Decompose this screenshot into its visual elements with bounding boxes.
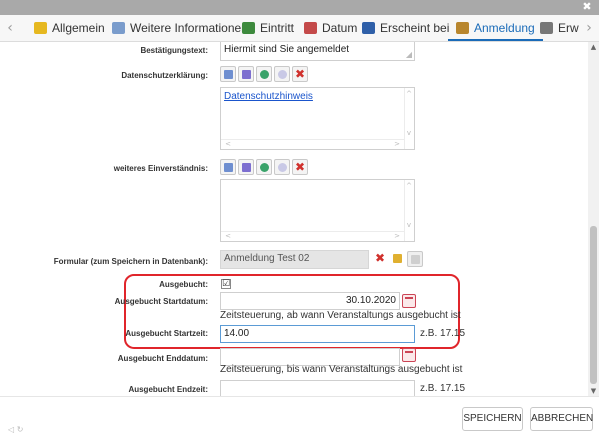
close-icon[interactable]: ✖ — [581, 1, 593, 13]
delete-icon[interactable]: ✖ — [292, 159, 308, 175]
scrollbar-thumb[interactable] — [590, 226, 597, 384]
scroll-down-icon[interactable]: ▼ — [588, 386, 599, 396]
insert-link-icon[interactable] — [220, 66, 236, 82]
dialog-footer: SPEICHERN ABBRECHEN ◁ ↻ — [0, 396, 599, 438]
insert-image-icon[interactable] — [256, 159, 272, 175]
footer-status-icon: ◁ ↻ — [8, 425, 24, 434]
tab-allgemein[interactable]: Allgemein — [30, 15, 105, 41]
formular-label: Formular (zum Speichern in Datenbank): — [53, 257, 208, 266]
start-zeit-field[interactable]: 14.00 — [220, 325, 415, 343]
end-zeit-label: Ausgebucht Endzeit: — [128, 385, 208, 394]
start-datum-label: Ausgebucht Startdatum: — [114, 297, 208, 306]
bestaetigungstext-field[interactable]: Hiermit sind Sie angemeldet ◢ — [220, 42, 415, 61]
tab-label: Erscheint bei — [380, 21, 450, 35]
window-titlebar: ✖ — [0, 0, 599, 15]
einverstaendnis-toolbar: ✖ — [220, 159, 308, 177]
datenschutzhinweis-link[interactable]: Datenschutzhinweis — [224, 91, 313, 102]
tab-label: Anmeldung — [474, 21, 535, 35]
scroll-down-icon[interactable]: v — [404, 129, 414, 137]
scroll-up-icon[interactable]: ^ — [404, 90, 414, 98]
content-vscrollbar[interactable]: ▲ ▼ — [588, 42, 599, 396]
insert-mail-icon[interactable] — [238, 159, 254, 175]
start-zeit-label: Ausgebucht Startzeit: — [125, 329, 208, 338]
chart-icon — [362, 22, 375, 34]
scroll-right-icon[interactable]: > — [392, 140, 402, 148]
calendar-icon — [304, 22, 317, 34]
resize-grip-icon[interactable]: ◢ — [406, 50, 412, 59]
tab-datum[interactable]: Datum — [300, 15, 358, 41]
scroll-left-icon[interactable]: < — [223, 232, 233, 240]
cancel-button[interactable]: ABBRECHEN — [530, 407, 593, 431]
scroll-right-icon[interactable]: > — [392, 232, 402, 240]
bestaetigungstext-label: Bestätigungstext: — [140, 46, 208, 55]
scroll-down-icon[interactable]: v — [404, 221, 414, 229]
tab-label: Datum — [322, 21, 358, 35]
tab-scroll-left-icon[interactable]: ‹ — [0, 15, 20, 41]
calendar-icon[interactable] — [402, 348, 416, 362]
tab-anmeldung[interactable]: Anmeldung — [448, 15, 543, 41]
form-content: Bestätigungstext: Hiermit sind Sie angem… — [0, 42, 588, 396]
people-icon — [242, 22, 255, 34]
datenschutz-editor[interactable]: Datenschutzhinweis ^ v < > — [220, 87, 415, 150]
ausgebucht-label: Ausgebucht: — [159, 280, 208, 289]
formular-field[interactable]: Anmeldung Test 02 — [220, 250, 369, 269]
editor-hscrollbar[interactable] — [221, 231, 404, 241]
datenschutz-label: Datenschutzerklärung: — [121, 71, 208, 80]
save-button[interactable]: SPEICHERN — [462, 407, 523, 431]
tab-bar: ‹ Allgemein Weitere Informationen Eintri… — [0, 15, 599, 42]
document-icon[interactable] — [407, 251, 423, 267]
tab-erweitert[interactable]: Erwe — [536, 15, 585, 41]
formular-toolbar: ✖ — [373, 251, 423, 269]
delete-icon[interactable]: ✖ — [373, 251, 389, 267]
pencil-icon — [540, 22, 553, 34]
group-icon — [456, 22, 469, 34]
tab-label: Eintritt — [260, 21, 295, 35]
folder-icon — [34, 22, 47, 34]
tab-scroll-right-icon[interactable]: › — [579, 15, 599, 41]
insert-link-icon[interactable] — [220, 159, 236, 175]
end-datum-label: Ausgebucht Enddatum: — [117, 354, 208, 363]
start-datum-field[interactable]: 30.10.2020 — [220, 292, 400, 310]
scroll-up-icon[interactable]: ▲ — [588, 42, 599, 52]
comment-icon[interactable] — [274, 159, 290, 175]
comment-icon[interactable] — [274, 66, 290, 82]
einverstaendnis-editor[interactable]: ^ v < > — [220, 179, 415, 242]
tab-weitere-informationen[interactable]: Weitere Informationen — [108, 15, 248, 41]
datenschutz-toolbar: ✖ — [220, 66, 308, 84]
end-zeit-field[interactable] — [220, 380, 415, 396]
edit-icon[interactable] — [390, 251, 406, 267]
einverstaendnis-label: weiteres Einverständnis: — [113, 164, 208, 173]
tab-label: Weitere Informationen — [130, 21, 248, 35]
scroll-left-icon[interactable]: < — [223, 140, 233, 148]
end-datum-hint: Zeitsteuerung, bis wann Veranstaltungs a… — [220, 364, 463, 375]
editor-hscrollbar[interactable] — [221, 139, 404, 149]
start-datum-hint: Zeitsteuerung, ab wann Veranstaltungs au… — [220, 310, 461, 321]
end-zeit-hint: z.B. 17.15 — [420, 383, 466, 394]
tab-eintritt[interactable]: Eintritt — [238, 15, 295, 41]
insert-image-icon[interactable] — [256, 66, 272, 82]
delete-icon[interactable]: ✖ — [292, 66, 308, 82]
tab-erscheint-bei[interactable]: Erscheint bei — [358, 15, 450, 41]
ausgebucht-checkbox[interactable]: ☑ — [221, 279, 231, 289]
tab-label: Allgemein — [52, 21, 105, 35]
scroll-up-icon[interactable]: ^ — [404, 182, 414, 190]
calendar-icon[interactable] — [402, 294, 416, 308]
start-zeit-hint: z.B. 17.15 — [420, 328, 466, 339]
document-icon — [112, 22, 125, 34]
insert-mail-icon[interactable] — [238, 66, 254, 82]
bestaetigungstext-value: Hiermit sind Sie angemeldet — [224, 44, 350, 55]
